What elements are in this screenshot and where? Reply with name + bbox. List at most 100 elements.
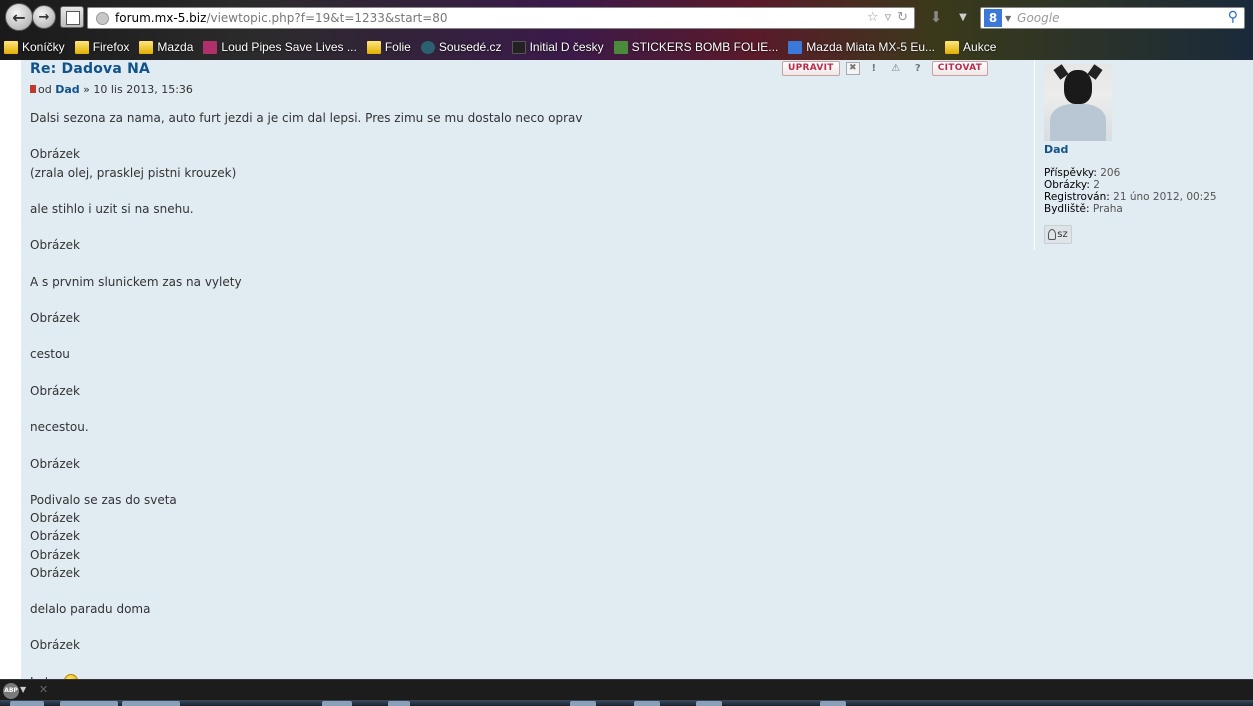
stat-value[interactable]: 2 xyxy=(1093,179,1100,191)
author-link[interactable]: Dad xyxy=(55,83,79,96)
image-link[interactable]: Obrázek xyxy=(30,382,1010,400)
chevron-down-icon: ▼ xyxy=(959,12,967,23)
image-link[interactable]: Obrázek xyxy=(30,636,1010,654)
folder-icon xyxy=(4,40,18,54)
post-line: Podivalo se zas do sveta xyxy=(30,492,177,507)
bookmark-aukce[interactable]: Aukce xyxy=(945,40,996,54)
adblock-icon[interactable]: ABP xyxy=(3,683,19,699)
bookmark-label: Folie xyxy=(384,40,411,54)
menu-dropdown-button[interactable]: ▼ xyxy=(953,8,973,28)
search-engine-dropdown-icon[interactable]: ▼ xyxy=(1005,14,1011,23)
edit-button[interactable]: UPRAVIT xyxy=(782,60,840,76)
back-button[interactable]: ← xyxy=(5,3,33,31)
sticker-icon xyxy=(613,40,628,54)
taskbar-item[interactable] xyxy=(696,701,722,706)
taskbar-item[interactable] xyxy=(820,701,846,706)
private-message-button[interactable]: sz xyxy=(1044,225,1072,244)
taskbar-item[interactable] xyxy=(322,701,352,706)
bookmark-mazda-miata[interactable]: Mazda Miata MX-5 Eu... xyxy=(788,40,935,54)
image-link[interactable]: Obrázek xyxy=(30,309,1010,327)
post-line: cestou xyxy=(30,347,70,362)
status-bar: ABP ▼ ✕ xyxy=(0,679,1253,700)
post-line: necestou. xyxy=(30,420,89,435)
post-line xyxy=(30,364,1010,382)
image-link[interactable]: Obrázek xyxy=(30,546,1010,564)
page-icon[interactable] xyxy=(60,6,84,28)
post-line: A s prvnim slunickem zas na vylety xyxy=(30,274,242,289)
page-viewport: Re: Dadova NA od Dad » 10 lis 2013, 15:3… xyxy=(0,60,1253,689)
post-icon[interactable] xyxy=(30,85,36,93)
reload-icon[interactable]: ↻ xyxy=(897,10,908,25)
warning-icon[interactable]: ⚠ xyxy=(888,61,904,76)
chevron-down-icon[interactable]: ▼ xyxy=(20,685,26,694)
image-link[interactable]: Obrázek xyxy=(30,509,1010,527)
bookmark-mazda[interactable]: Mazda xyxy=(139,40,193,54)
download-arrow-icon: ⬇ xyxy=(929,8,943,26)
post-line xyxy=(30,436,1010,454)
stat-label: Příspěvky: xyxy=(1044,167,1097,179)
post-title[interactable]: Re: Dadova NA xyxy=(30,61,150,77)
post-date: » 10 lis 2013, 15:36 xyxy=(83,83,193,96)
avatar[interactable] xyxy=(1044,64,1112,141)
post-line: Dalsi sezona za nama, auto furt jezdi a … xyxy=(30,111,583,125)
bookmark-label: Loud Pipes Save Lives ... xyxy=(221,40,357,54)
bookmark-konicky[interactable]: Koníčky xyxy=(4,40,65,54)
stat-label: Obrázky: xyxy=(1044,179,1090,191)
taskbar-item[interactable] xyxy=(634,701,660,706)
post-actions: UPRAVIT ✖ ! ⚠ ? CITOVAT xyxy=(782,60,989,76)
profile-username[interactable]: Dad xyxy=(1044,143,1068,156)
dropdown-arrow-icon[interactable]: ▿ xyxy=(885,10,892,25)
taskbar-item[interactable] xyxy=(122,701,180,706)
taskbar-item[interactable] xyxy=(60,701,118,706)
bookmark-sousede[interactable]: Sousedé.cz xyxy=(420,40,502,54)
image-link[interactable]: Obrázek xyxy=(30,455,1010,473)
info-icon[interactable]: ? xyxy=(910,61,926,76)
image-link[interactable]: Obrázek xyxy=(30,564,1010,582)
delete-icon[interactable]: ✖ xyxy=(845,61,860,75)
bookmark-initial-d[interactable]: Initial D česky xyxy=(511,40,604,54)
url-bar[interactable]: forum.mx-5.biz/viewtopic.php?f=19&t=1233… xyxy=(87,7,915,29)
report-icon[interactable]: ! xyxy=(866,61,882,76)
taskbar-item[interactable] xyxy=(570,701,596,706)
bookmark-loud-pipes[interactable]: Loud Pipes Save Lives ... xyxy=(203,40,357,54)
search-icon[interactable]: ⚲ xyxy=(1228,9,1238,25)
image-link[interactable]: Obrázek xyxy=(30,145,1010,163)
post-line xyxy=(30,473,1010,491)
bookmark-label: Aukce xyxy=(963,40,997,54)
post-line xyxy=(30,327,1010,345)
navigation-toolbar: ← → forum.mx-5.biz/viewtopic.php?f=19&t=… xyxy=(0,2,1253,32)
post-line xyxy=(30,291,1010,309)
search-placeholder: Google xyxy=(1017,11,1060,25)
post-line xyxy=(30,582,1010,600)
stat-location: Bydliště: Praha xyxy=(1044,203,1217,215)
forward-button[interactable]: → xyxy=(32,5,56,29)
star-icon[interactable]: ☆ xyxy=(867,10,879,25)
url-text[interactable]: forum.mx-5.biz/viewtopic.php?f=19&t=1233… xyxy=(115,11,448,25)
search-bar[interactable]: 8 ▼ Google ⚲ xyxy=(980,7,1245,29)
arrow-left-icon: ← xyxy=(12,7,26,27)
taskbar-start-button[interactable] xyxy=(10,701,44,706)
avatar-body xyxy=(1050,104,1106,141)
forum-post: Re: Dadova NA od Dad » 10 lis 2013, 15:3… xyxy=(21,60,1253,689)
bookmark-firefox[interactable]: Firefox xyxy=(74,40,129,54)
download-button[interactable]: ⬇ xyxy=(926,8,946,28)
taskbar-item[interactable] xyxy=(388,701,410,706)
post-line xyxy=(30,255,1010,273)
quote-button[interactable]: CITOVAT xyxy=(931,60,989,76)
bookmark-folie[interactable]: Folie xyxy=(366,40,411,54)
stat-label: Registrován: xyxy=(1044,191,1110,203)
image-link[interactable]: Obrázek xyxy=(30,236,1010,254)
image-link[interactable]: Obrázek xyxy=(30,527,1010,545)
stat-registered: Registrován: 21 úno 2012, 00:25 xyxy=(1044,191,1217,203)
close-icon[interactable]: ✕ xyxy=(39,683,48,696)
bookmark-stickers[interactable]: STICKERS BOMB FOLIE... xyxy=(613,40,778,54)
stat-value[interactable]: 206 xyxy=(1100,167,1120,179)
page-left-margin xyxy=(0,60,21,679)
site-icon xyxy=(420,40,435,54)
url-tools: ☆ ▿ ↻ xyxy=(867,10,908,25)
post-profile: Dad Příspěvky: 206 Obrázky: 2 Registrová… xyxy=(1034,60,1253,250)
post-content: Dalsi sezona za nama, auto furt jezdi a … xyxy=(30,109,1010,691)
post-line xyxy=(30,127,1010,145)
google-icon[interactable]: 8 xyxy=(984,9,1002,27)
person-icon xyxy=(1048,229,1057,240)
